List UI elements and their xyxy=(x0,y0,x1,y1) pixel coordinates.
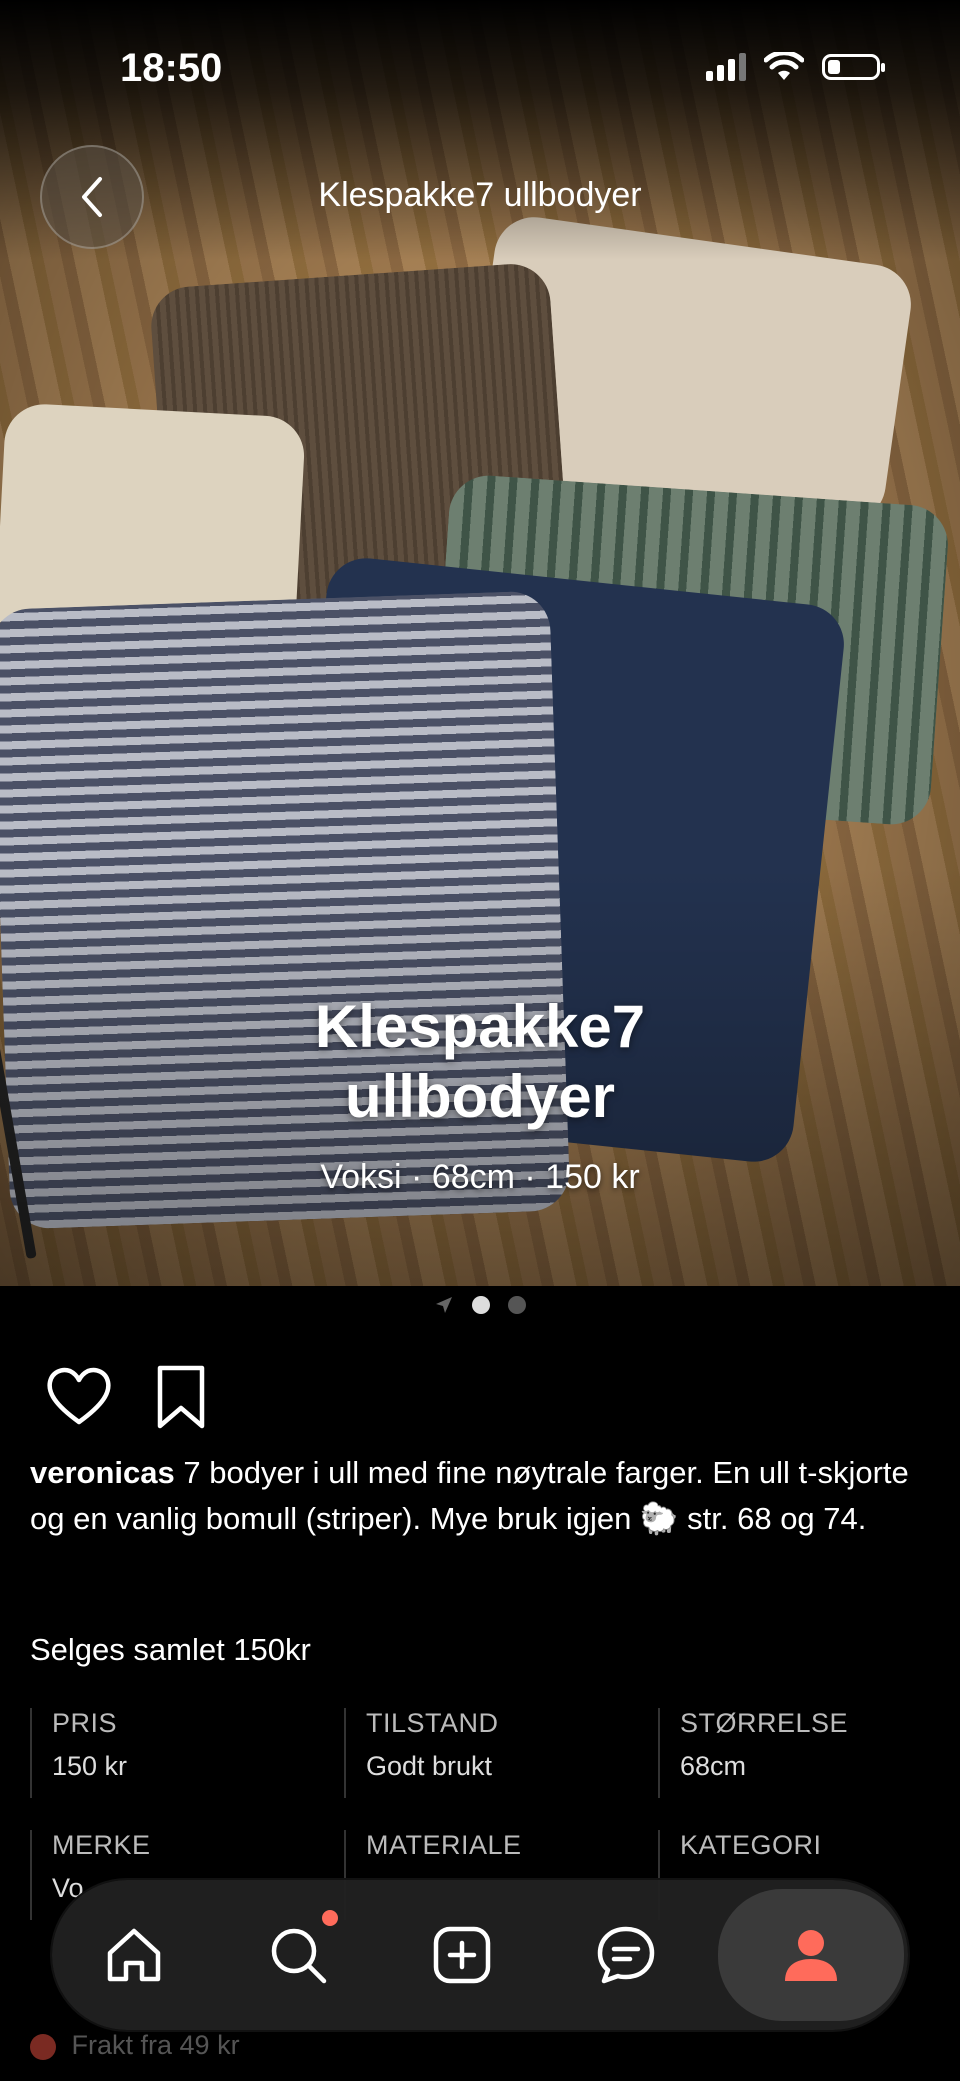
battery-icon xyxy=(822,54,885,80)
nav-home[interactable] xyxy=(52,1880,216,2030)
status-time: 18:50 xyxy=(120,46,223,90)
notification-badge xyxy=(322,1910,338,1926)
heart-icon[interactable] xyxy=(44,1362,114,1432)
cellular-signal-icon xyxy=(706,53,746,81)
bottom-nav xyxy=(52,1880,908,2030)
pager-dot-1[interactable] xyxy=(472,1296,490,1314)
profile-icon xyxy=(785,1930,837,1981)
spec-condition: TILSTAND Godt brukt xyxy=(344,1708,658,1798)
description-text-2: Selges samlet 150kr xyxy=(30,1632,311,1667)
spec-size: STØRRELSE 68cm xyxy=(658,1708,930,1798)
status-bar: 18:50 xyxy=(0,0,960,120)
wifi-icon xyxy=(764,52,804,80)
photo-pager[interactable] xyxy=(0,1295,960,1315)
bookmark-icon[interactable] xyxy=(146,1362,216,1432)
page-title: Klespakke7 ullbodyer xyxy=(318,176,642,214)
add-icon xyxy=(433,1926,491,1984)
listing-overlay-title: Klespakke7 ullbodyer xyxy=(314,993,646,1130)
search-icon xyxy=(271,1928,327,1984)
username-link[interactable]: veronicas xyxy=(30,1455,175,1490)
nav-messages[interactable] xyxy=(544,1880,708,2030)
post-description: veronicas 7 bodyer i ull med fine nøytra… xyxy=(30,1450,920,1542)
nav-search[interactable] xyxy=(216,1880,380,2030)
shipping-info: Frakt fra 49 kr xyxy=(30,2030,240,2061)
shipping-icon xyxy=(30,2033,56,2060)
listing-overlay-subtitle: Voksi · 68cm · 150 kr xyxy=(320,1158,640,1196)
nav-add[interactable] xyxy=(380,1880,544,2030)
location-arrow-icon xyxy=(436,1297,452,1313)
home-icon xyxy=(107,1928,161,1982)
pager-dot-2[interactable] xyxy=(508,1296,526,1314)
spec-price: PRIS 150 kr xyxy=(30,1708,344,1798)
nav-profile[interactable] xyxy=(718,1889,904,2021)
chat-icon xyxy=(597,1926,655,1984)
